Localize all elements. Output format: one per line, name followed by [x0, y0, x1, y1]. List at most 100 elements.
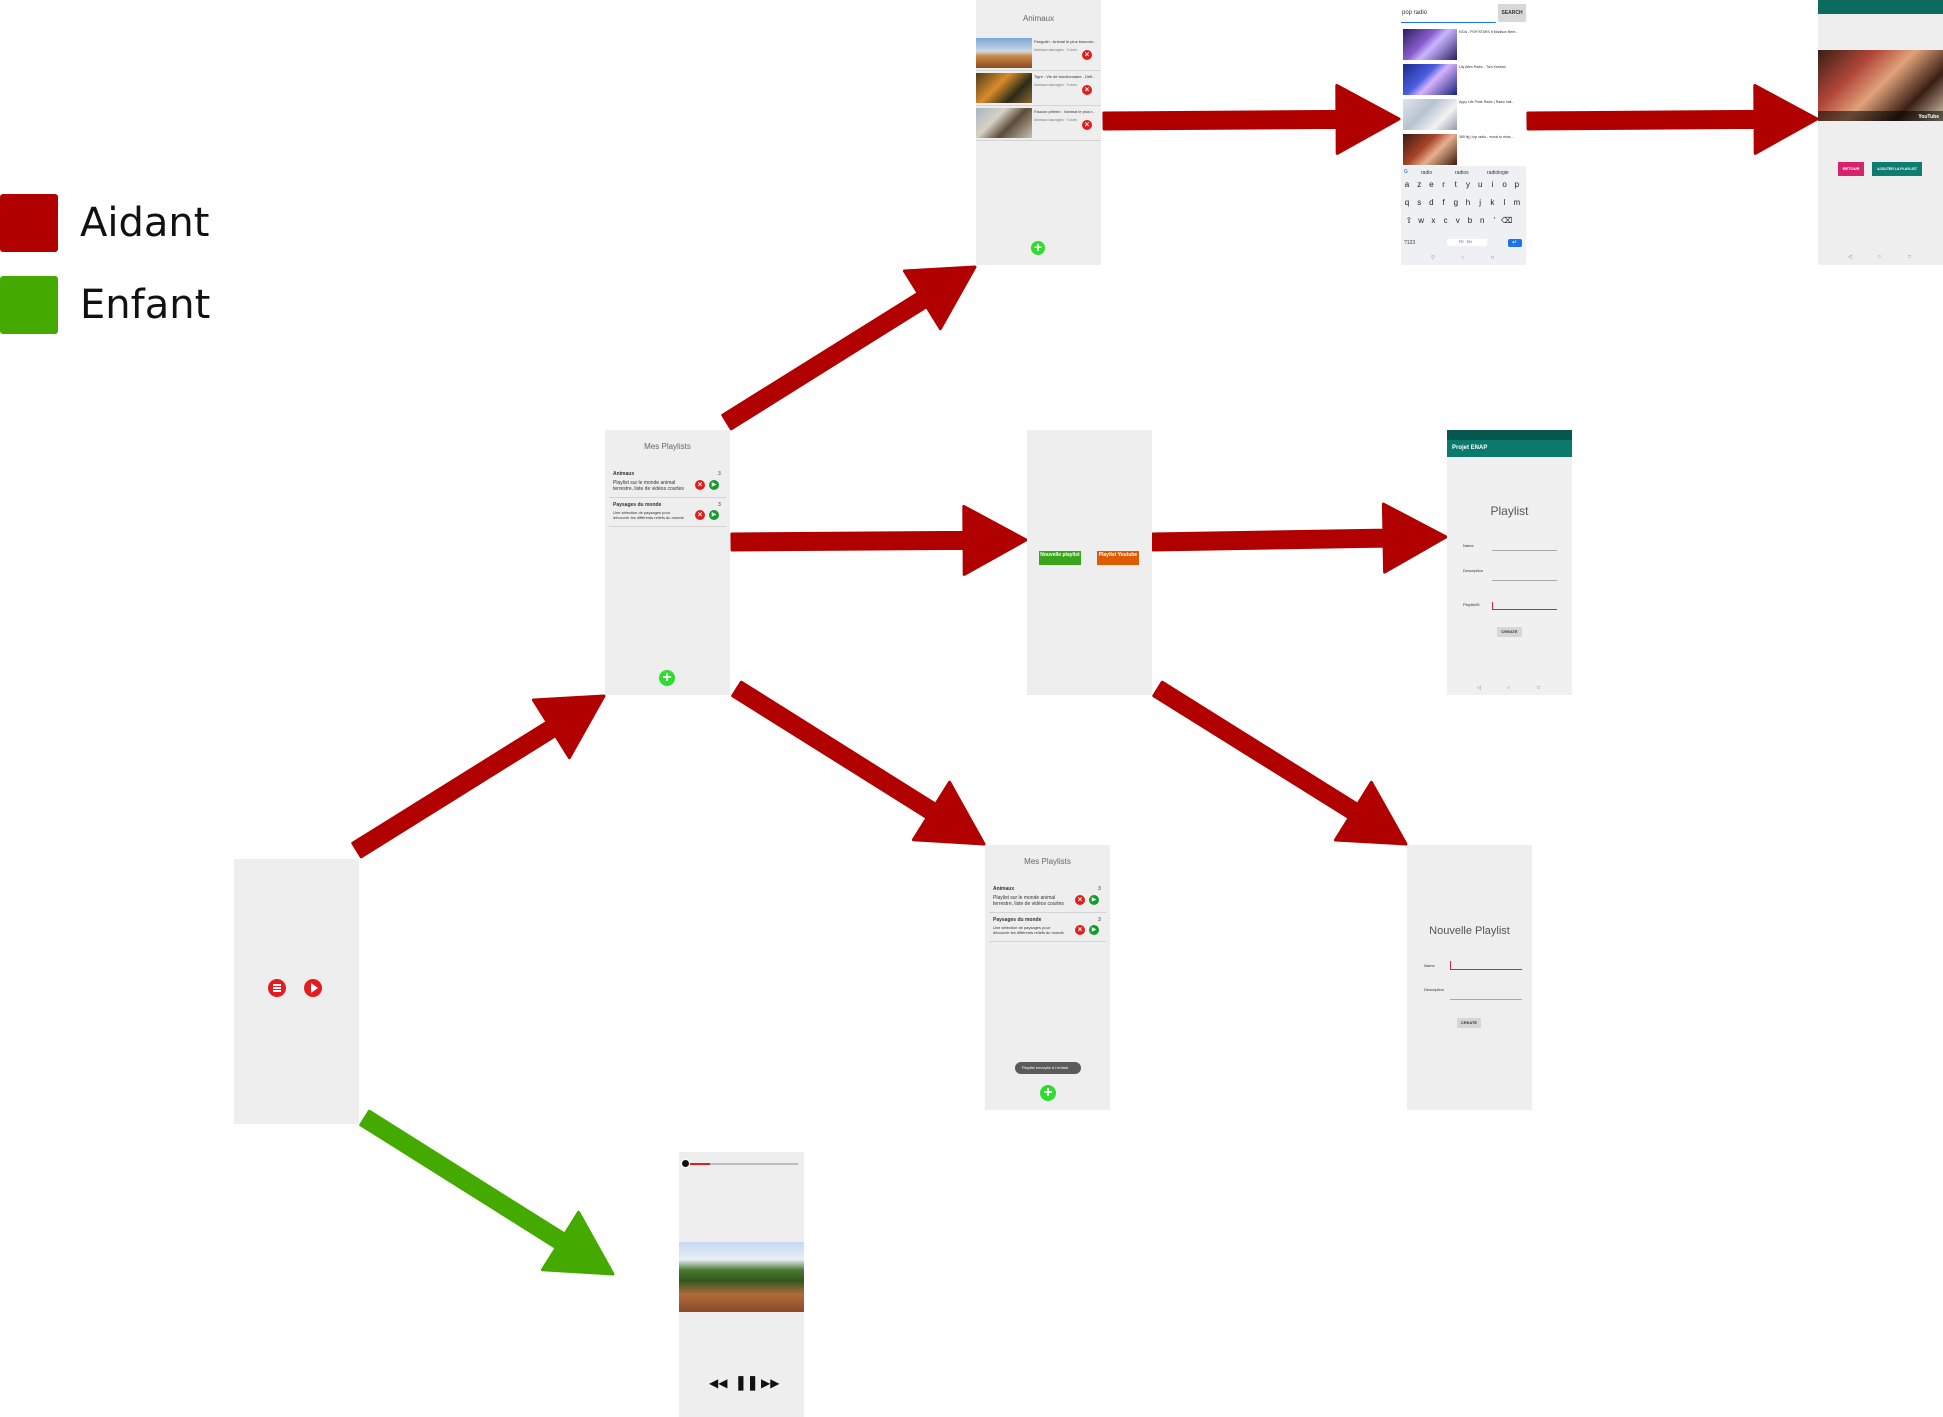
divider — [609, 497, 726, 498]
keyboard-key[interactable]: f — [1438, 198, 1450, 207]
keyboard-key[interactable]: z — [1413, 180, 1425, 189]
space-key[interactable]: FR · EN — [1447, 239, 1487, 246]
keyboard-key[interactable]: s — [1413, 198, 1425, 207]
keyboard-key[interactable]: c — [1440, 216, 1452, 225]
enter-key[interactable]: ↵ — [1508, 239, 1522, 247]
add-playlist-button[interactable]: + — [659, 670, 675, 686]
symbols-key[interactable]: ?123 — [1404, 240, 1415, 246]
video-meta: Animaux sauvages · 3 vues — [1034, 118, 1077, 122]
form-title: Playlist — [1490, 504, 1529, 518]
keyboard-key[interactable]: e — [1425, 180, 1437, 189]
home-icon[interactable]: ○ — [1461, 255, 1464, 261]
search-button[interactable]: SEARCH — [1498, 4, 1526, 22]
back-button[interactable]: RETOUR — [1838, 162, 1864, 176]
page-title: Mes Playlists — [644, 442, 691, 451]
back-icon[interactable]: ▽ — [1431, 255, 1435, 261]
delete-button[interactable]: × — [1082, 120, 1092, 130]
home-icon[interactable]: ○ — [1507, 685, 1510, 691]
result-title[interactable]: K/DA - POP/STARS ft Madison Beer... — [1459, 30, 1518, 34]
recents-icon[interactable]: □ — [1908, 254, 1911, 260]
legend-swatch-enfant — [0, 276, 58, 334]
video-title: Faucon pèlerin : l'animal le plus r... — [1034, 109, 1096, 114]
keyboard-key[interactable]: v — [1452, 216, 1464, 225]
back-icon[interactable]: ◁ — [1848, 254, 1852, 260]
previous-icon[interactable]: ◀◀ — [709, 1376, 727, 1390]
search-input[interactable]: pop radio — [1401, 4, 1496, 23]
keyboard-key[interactable]: b — [1464, 216, 1476, 225]
list-icon[interactable] — [268, 979, 286, 997]
send-button[interactable]: ▶ — [709, 510, 719, 520]
keyboard-key[interactable]: k — [1486, 198, 1498, 207]
legend-label-aidant: Aidant — [80, 200, 210, 246]
video-player[interactable]: YouTube — [1818, 50, 1943, 121]
description-field[interactable] — [1492, 580, 1557, 581]
add-to-playlist-button[interactable]: AJOUTER LA PLAYLIST — [1872, 162, 1922, 176]
result-title[interactable]: Lily Allen Radio - Tom Kerland — [1459, 65, 1506, 69]
name-field[interactable] — [1450, 969, 1522, 970]
delete-button[interactable]: × — [695, 510, 705, 520]
keyboard-key[interactable]: t — [1450, 180, 1462, 189]
result-title[interactable]: 365 fig | top radio - music to relax... — [1459, 135, 1514, 139]
send-button[interactable]: ▶ — [709, 480, 719, 490]
new-playlist-button[interactable]: Nouvelle playlist — [1039, 551, 1081, 565]
keyboard-key[interactable]: u — [1474, 180, 1486, 189]
recents-icon[interactable]: □ — [1491, 255, 1494, 261]
description-field[interactable] — [1450, 999, 1522, 1000]
keyboard-key[interactable]: h — [1462, 198, 1474, 207]
create-button[interactable]: CREATE — [1457, 1018, 1481, 1028]
cursor — [1450, 961, 1451, 969]
keyboard-key[interactable]: i — [1486, 180, 1498, 189]
name-field[interactable] — [1492, 550, 1557, 551]
keyboard-key[interactable]: ⌫ — [1501, 216, 1513, 225]
youtube-playlist-button[interactable]: Playlist Youtube — [1097, 551, 1139, 565]
next-icon[interactable]: ▶▶ — [761, 1376, 779, 1390]
delete-button[interactable]: × — [695, 480, 705, 490]
playlist-id-field[interactable] — [1492, 609, 1557, 610]
playlist-desc: Une sélection de paysages pour découvrir… — [613, 510, 684, 520]
recents-icon[interactable]: □ — [1537, 685, 1540, 691]
keyboard-key[interactable]: j — [1474, 198, 1486, 207]
keyboard-key[interactable]: o — [1499, 180, 1511, 189]
delete-button[interactable]: × — [1082, 50, 1092, 60]
send-button[interactable]: ▶ — [1089, 895, 1099, 905]
keyboard-key[interactable]: l — [1499, 198, 1511, 207]
suggestion[interactable]: radio — [1421, 170, 1432, 176]
suggestion[interactable]: radiologie — [1487, 170, 1509, 176]
video-frame — [679, 1242, 804, 1312]
keyboard-key[interactable]: w — [1415, 216, 1427, 225]
keyboard-key[interactable]: n — [1476, 216, 1488, 225]
home-icon[interactable]: ○ — [1878, 254, 1881, 260]
video-title: Tigre : Vie de fonctionnaire - Défi... — [1034, 74, 1096, 79]
delete-button[interactable]: × — [1075, 925, 1085, 935]
keyboard-key[interactable]: m — [1511, 198, 1523, 207]
progress-track[interactable] — [681, 1159, 798, 1168]
field-label: Name — [1424, 963, 1435, 968]
keyboard-key[interactable]: g — [1450, 198, 1462, 207]
keyboard-key[interactable]: x — [1427, 216, 1439, 225]
delete-button[interactable]: × — [1075, 895, 1085, 905]
keyboard-key[interactable]: p — [1511, 180, 1523, 189]
playlist-type-choice-screen: Nouvelle playlist Playlist Youtube — [1027, 430, 1152, 695]
send-button[interactable]: ▶ — [1089, 925, 1099, 935]
keyboard-key[interactable]: d — [1425, 198, 1437, 207]
keyboard-key[interactable]: q — [1401, 198, 1413, 207]
field-label: Description — [1463, 568, 1484, 573]
result-title[interactable]: Appy Life Pride Radio | Radio hall... — [1459, 100, 1514, 104]
pause-icon[interactable]: ❚❚ — [735, 1374, 758, 1391]
play-icon[interactable] — [304, 979, 322, 997]
keyboard-key[interactable]: y — [1462, 180, 1474, 189]
add-playlist-button[interactable]: + — [1040, 1085, 1056, 1101]
delete-button[interactable]: × — [1082, 85, 1092, 95]
create-button[interactable]: CREATE — [1497, 627, 1522, 637]
legend-label-enfant: Enfant — [80, 282, 211, 328]
suggestion[interactable]: radios — [1455, 170, 1469, 176]
add-video-button[interactable]: + — [1031, 240, 1045, 255]
keyboard-key[interactable]: r — [1438, 180, 1450, 189]
divider — [976, 105, 1101, 106]
keyboard-key[interactable]: ⇧ — [1403, 216, 1415, 225]
result-thumbnail — [1403, 99, 1457, 130]
playlist-desc: Playlist sur le monde animal terrestre, … — [613, 480, 684, 492]
keyboard-key[interactable]: a — [1401, 180, 1413, 189]
back-icon[interactable]: ◁ — [1477, 685, 1481, 691]
keyboard-key[interactable]: ' — [1488, 216, 1500, 225]
